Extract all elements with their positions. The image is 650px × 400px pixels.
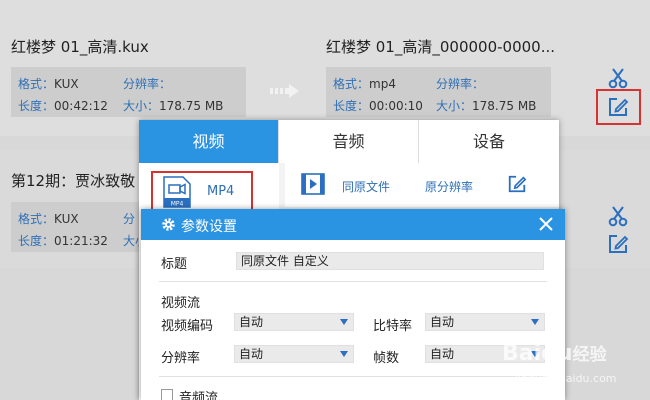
size-value: 178.75 MB bbox=[159, 99, 224, 113]
duration-label: 长度： bbox=[18, 234, 55, 248]
format-value: KUX bbox=[54, 77, 79, 91]
format-item-label: MP4 bbox=[207, 184, 235, 199]
title-input[interactable]: 同原文件 自定义 bbox=[236, 252, 544, 270]
output-filename: 红楼梦 01_高清_000000-0000... bbox=[326, 38, 556, 56]
watermark-url: jingyan.baidu.com bbox=[515, 372, 617, 385]
audio-stream-heading: 音频流 bbox=[179, 391, 219, 400]
duration-label: 长度： bbox=[333, 99, 370, 113]
edit-icon[interactable] bbox=[607, 96, 629, 118]
source-info-box: 格式：KUX 分辨率： 长度：00:42:12 大小：178.75 MB bbox=[11, 67, 246, 117]
bitrate-value: 自动 bbox=[430, 315, 455, 329]
chevron-down-icon bbox=[531, 319, 539, 325]
file-icon-caption: MP4 bbox=[171, 201, 184, 208]
watermark-brand-text: Baidu bbox=[502, 341, 573, 366]
source-filename: 第12期：贾冰致敬 bbox=[11, 172, 136, 190]
chevron-down-icon bbox=[340, 319, 348, 325]
film-icon bbox=[301, 173, 325, 195]
scissors-icon[interactable] bbox=[607, 67, 629, 89]
resolution-label: 分辨率： bbox=[436, 77, 485, 91]
format-value: KUX bbox=[54, 212, 79, 226]
resolution-value: 自动 bbox=[239, 347, 264, 361]
resolution-select[interactable]: 自动 bbox=[234, 345, 354, 363]
watermark-brand: Baidu经验 bbox=[502, 340, 607, 366]
preset-row[interactable]: 同原文件 原分辨率 bbox=[285, 163, 559, 207]
video-codec-select[interactable]: 自动 bbox=[234, 313, 354, 331]
framerate-value: 自动 bbox=[430, 347, 455, 361]
dialog-header: 参数设置 bbox=[141, 209, 565, 240]
resolution-label: 分辨率： bbox=[123, 77, 172, 91]
edit-icon[interactable] bbox=[607, 233, 629, 255]
parameter-settings-dialog: 参数设置 标题 同原文件 自定义 视频流 视频编码 自动 比特率 自动 分辨率 … bbox=[141, 209, 565, 400]
edit-preset-icon[interactable] bbox=[507, 174, 527, 194]
duration-value: 00:42:12 bbox=[54, 99, 108, 113]
format-label: 格式： bbox=[18, 212, 55, 226]
preset-resolution: 原分辨率 bbox=[425, 180, 474, 194]
dialog-title: 参数设置 bbox=[181, 219, 237, 235]
preset-name: 同原文件 bbox=[342, 180, 391, 194]
video-stream-heading: 视频流 bbox=[161, 296, 201, 311]
file-row-1: 红楼梦 01_高清.kux 红楼梦 01_高清_000000-0000... 格… bbox=[0, 0, 650, 136]
tab-video[interactable]: 视频 bbox=[139, 120, 279, 163]
output-info-box: 格式：mp4 分辨率： 长度：00:00:10 大小：178.75 MB bbox=[326, 67, 551, 117]
duration-label: 长度： bbox=[18, 99, 55, 113]
format-item-mp4[interactable]: MP4 MP4 bbox=[151, 171, 253, 211]
size-value: 178.75 MB bbox=[472, 99, 537, 113]
format-label: 格式： bbox=[18, 77, 55, 91]
resolution-label: 分辨率 bbox=[161, 351, 201, 366]
divider bbox=[159, 281, 547, 282]
source-info-box: 格式：KUX 分 长度：01:21:32 大小 bbox=[11, 202, 147, 252]
gear-icon bbox=[162, 218, 175, 231]
framerate-label: 帧数 bbox=[373, 351, 400, 366]
audio-stream-checkbox[interactable] bbox=[161, 389, 173, 400]
resolution-label: 分 bbox=[123, 212, 136, 226]
scissors-icon[interactable] bbox=[607, 205, 629, 227]
convert-arrow-icon bbox=[270, 84, 299, 98]
tab-audio[interactable]: 音频 bbox=[279, 120, 419, 163]
close-icon[interactable] bbox=[537, 215, 555, 233]
video-codec-value: 自动 bbox=[239, 315, 264, 329]
size-label: 大小： bbox=[436, 99, 473, 113]
format-value: mp4 bbox=[369, 77, 396, 91]
title-label: 标题 bbox=[161, 257, 188, 272]
watermark-brand-cn: 经验 bbox=[572, 345, 607, 365]
format-label: 格式： bbox=[333, 77, 370, 91]
size-label: 大小： bbox=[123, 99, 160, 113]
divider bbox=[159, 376, 547, 377]
video-codec-label: 视频编码 bbox=[161, 319, 214, 334]
format-tabs: 视频 音频 设备 bbox=[139, 120, 559, 163]
duration-value: 01:21:32 bbox=[54, 234, 108, 248]
bitrate-label: 比特率 bbox=[373, 319, 413, 334]
video-file-icon: MP4 bbox=[163, 176, 191, 208]
duration-value: 00:00:10 bbox=[369, 99, 423, 113]
bitrate-select[interactable]: 自动 bbox=[425, 313, 545, 331]
chevron-down-icon bbox=[340, 351, 348, 357]
tab-device[interactable]: 设备 bbox=[419, 120, 559, 163]
source-filename: 红楼梦 01_高清.kux bbox=[11, 38, 149, 56]
